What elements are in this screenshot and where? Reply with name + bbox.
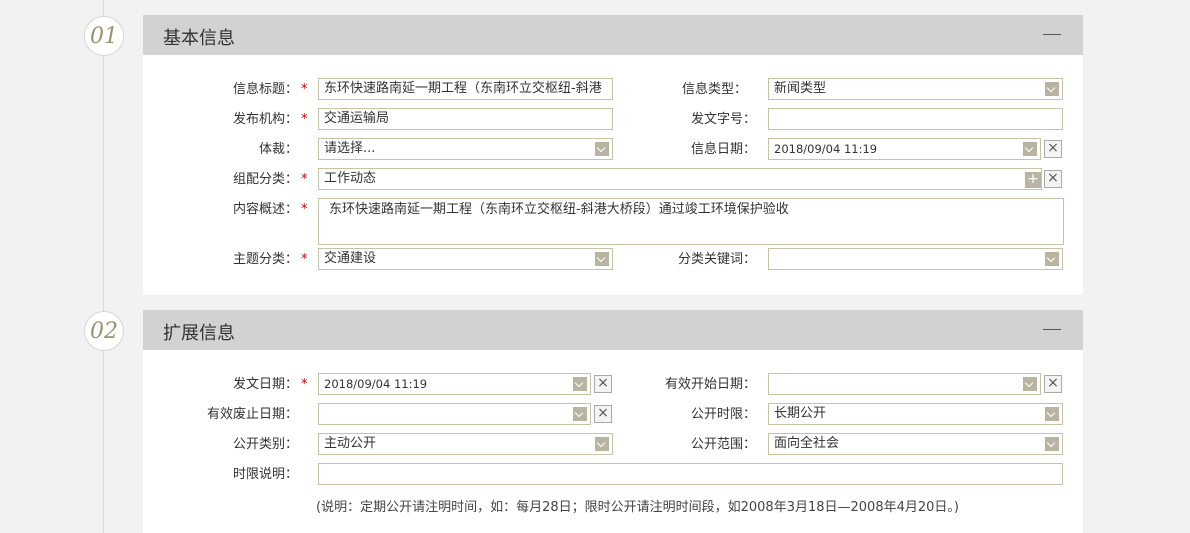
chevron-down-icon[interactable] (1023, 142, 1037, 156)
info-title-input[interactable]: 东环快速路南延一期工程（东南环立交枢纽-斜港 (318, 78, 613, 100)
chevron-down-icon[interactable] (1045, 252, 1059, 266)
required-mark: * (301, 172, 308, 187)
panel-title: 扩展信息 (163, 323, 235, 344)
topic-select[interactable]: 交通建设 (318, 248, 613, 270)
chevron-down-icon[interactable] (1045, 407, 1059, 421)
period-desc-label: 时限说明： (232, 467, 298, 482)
info-title-label: 信息标题： * (233, 78, 308, 102)
chevron-down-icon[interactable] (595, 142, 609, 156)
issue-date-picker[interactable]: 2018/09/04 11:19 (318, 373, 591, 395)
public-scope-value: 面向全社会 (774, 436, 840, 451)
keyword-label: 分类关键词： (677, 252, 756, 267)
clear-group-button[interactable]: × (1044, 170, 1062, 188)
info-date-picker[interactable]: 2018/09/04 11:19 (768, 138, 1041, 160)
required-mark: * (301, 252, 308, 267)
collapse-icon[interactable] (1043, 329, 1061, 330)
valid-start-picker[interactable] (768, 373, 1041, 395)
public-scope-select[interactable]: 面向全社会 (768, 433, 1063, 455)
topic-label: 主题分类： * (233, 248, 308, 272)
summary-textarea[interactable]: 东环快速路南延一期工程（东南环立交枢纽-斜港大桥段）通过竣工环境保护验收 (318, 198, 1064, 245)
chevron-down-icon[interactable] (1045, 82, 1059, 96)
valid-end-picker[interactable] (318, 403, 591, 425)
public-scope-label: 公开范围： (690, 437, 756, 452)
step-number-02: 02 (84, 311, 124, 351)
timeline-line (103, 0, 104, 533)
public-type-select[interactable]: 主动公开 (318, 433, 613, 455)
clear-issue-date-button[interactable]: × (594, 375, 612, 393)
doc-no-input[interactable] (768, 108, 1063, 130)
summary-label: 内容概述： * (233, 198, 308, 222)
required-mark: * (301, 112, 308, 127)
topic-value: 交通建设 (324, 251, 377, 266)
public-period-value: 长期公开 (774, 406, 827, 421)
valid-end-label: 有效废止日期： (206, 407, 298, 422)
public-period-select[interactable]: 长期公开 (768, 403, 1063, 425)
chevron-down-icon[interactable] (595, 252, 609, 266)
step-number-01: 01 (84, 16, 124, 56)
group-label: 组配分类： * (233, 168, 308, 192)
chevron-down-icon[interactable] (573, 407, 587, 421)
add-icon[interactable]: + (1025, 172, 1041, 188)
valid-start-label: 有效开始日期： (664, 377, 756, 392)
chevron-down-icon[interactable] (1045, 437, 1059, 451)
public-type-label: 公开类别： (232, 437, 298, 452)
clear-valid-start-button[interactable]: × (1044, 375, 1062, 393)
info-date-label: 信息日期： (690, 142, 756, 157)
public-period-label: 公开时限： (690, 407, 756, 422)
required-mark: * (301, 82, 308, 97)
required-mark: * (301, 202, 308, 217)
group-input[interactable]: 工作动态 (318, 168, 1042, 190)
panel-header: 基本信息 (143, 15, 1083, 55)
chevron-down-icon[interactable] (1023, 377, 1037, 391)
chevron-down-icon[interactable] (573, 377, 587, 391)
doc-no-label: 发文字号： (690, 112, 756, 127)
required-mark: * (301, 377, 308, 392)
keyword-select[interactable] (768, 248, 1063, 270)
panel-title: 基本信息 (163, 28, 235, 49)
publisher-label: 发布机构： * (233, 108, 308, 132)
info-type-label: 信息类型： (681, 82, 747, 97)
period-note: (说明：定期公开请注明时间，如：每月28日；限时公开请注明时间段，如2008年3… (316, 500, 959, 515)
clear-valid-end-button[interactable]: × (594, 405, 612, 423)
publisher-input[interactable]: 交通运输局 (318, 108, 613, 130)
period-desc-input[interactable] (318, 463, 1063, 485)
panel-header: 扩展信息 (143, 310, 1083, 350)
info-type-value: 新闻类型 (774, 81, 827, 96)
chevron-down-icon[interactable] (595, 437, 609, 451)
public-type-value: 主动公开 (324, 436, 377, 451)
info-date-value: 2018/09/04 11:19 (774, 142, 878, 156)
collapse-icon[interactable] (1043, 34, 1061, 35)
genre-value: 请选择... (324, 141, 376, 156)
issue-date-value: 2018/09/04 11:19 (324, 377, 428, 391)
clear-info-date-button[interactable]: × (1044, 140, 1062, 158)
genre-label: 体裁： (258, 142, 298, 157)
info-type-select[interactable]: 新闻类型 (768, 78, 1063, 100)
genre-select[interactable]: 请选择... (318, 138, 613, 160)
issue-date-label: 发文日期： * (233, 373, 308, 397)
